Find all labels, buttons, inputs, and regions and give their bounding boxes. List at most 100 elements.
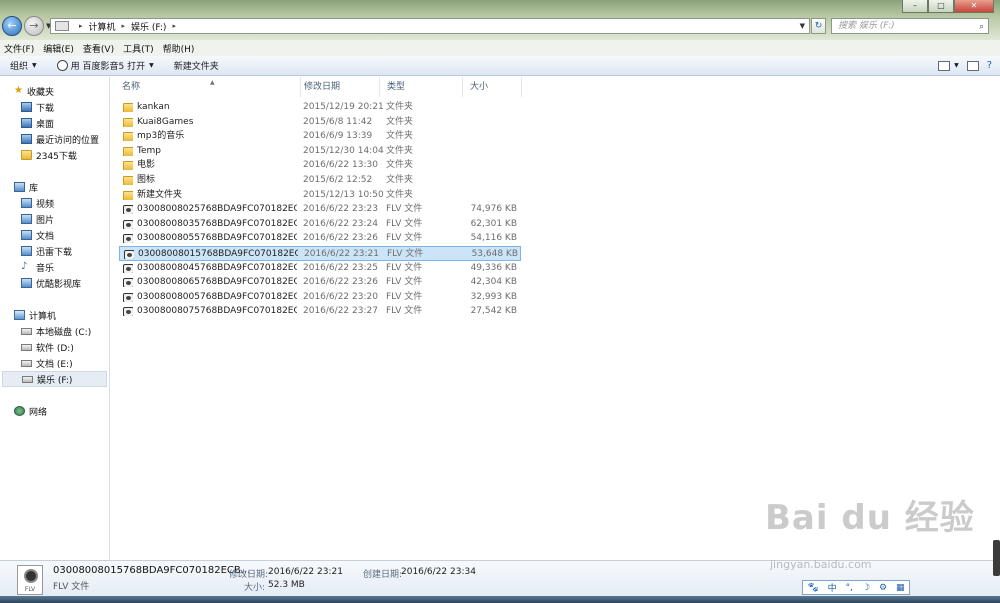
address-dropdown-icon[interactable]: ▼	[800, 22, 805, 30]
folder-row[interactable]: mp3的音乐 2016/6/9 13:39 文件夹	[119, 129, 521, 144]
folder-row[interactable]: 电影 2016/6/22 13:30 文件夹	[119, 158, 521, 173]
file-name: 03008008045768BDA9FC070182ECB0...	[137, 262, 297, 273]
change-view-icon[interactable]	[938, 60, 951, 71]
folder-row[interactable]: Temp 2015/12/30 14:04 文件夹	[119, 144, 521, 159]
video-file-icon	[124, 250, 134, 259]
close-button[interactable]: ✕	[954, 0, 994, 13]
sidebar-item-documents[interactable]: 文档	[0, 227, 109, 243]
sidebar-item-drive-f[interactable]: 娱乐 (F:)	[2, 371, 107, 387]
search-icon[interactable]: ⌕	[979, 20, 984, 34]
column-header-type[interactable]: 类型	[380, 77, 463, 97]
help-icon[interactable]: ?	[987, 60, 992, 71]
address-bar[interactable]: ▸ 计算机 ▸ 娱乐 (F:) ▸ ▼	[50, 18, 810, 34]
menu-help[interactable]: 帮助(H)	[163, 42, 195, 55]
caret-down-icon[interactable]: ▼	[954, 62, 959, 69]
preview-pane-icon[interactable]	[966, 60, 979, 71]
ime-punctuation[interactable]: °,	[846, 583, 853, 593]
organize-button[interactable]: 组织 ▼	[10, 59, 37, 72]
file-list: 名称 ▲ 修改日期 类型 大小 kankan 2015/12/19 20:21 文件…	[111, 77, 1000, 560]
video-library-icon	[21, 278, 32, 288]
file-row[interactable]: 03008008075768BDA9FC070182ECB0... 2016/6/…	[119, 304, 521, 319]
minimize-button[interactable]: –	[902, 0, 928, 13]
sidebar-item-pictures[interactable]: 图片	[0, 211, 109, 227]
forward-button[interactable]: →	[24, 16, 44, 36]
search-placeholder: 搜索 娱乐 (F:)	[838, 21, 895, 31]
ime-settings-icon[interactable]: ⚙	[879, 583, 887, 593]
folder-icon	[123, 176, 133, 185]
menu-edit[interactable]: 编辑(E)	[43, 42, 74, 55]
chevron-right-icon[interactable]: ▸	[172, 22, 176, 30]
sidebar-item-2345-downloads[interactable]: 2345下载	[0, 147, 109, 163]
menu-file[interactable]: 文件(F)	[4, 42, 34, 55]
sidebar-item-downloads[interactable]: 下载	[0, 99, 109, 115]
file-date: 2016/6/22 23:20	[303, 291, 378, 302]
folder-row[interactable]: 新建文件夹 2015/12/13 10:50 文件夹	[119, 188, 521, 203]
file-type: FLV 文件	[386, 262, 423, 273]
folder-icon-cell	[123, 117, 133, 127]
sidebar-network[interactable]: 网络	[0, 403, 109, 419]
recent-places-icon	[21, 134, 32, 144]
sidebar-label: 本地磁盘 (C:)	[36, 327, 92, 338]
taskbar	[0, 596, 1000, 603]
drive-icon	[21, 359, 32, 367]
folder-icon-cell	[123, 132, 133, 142]
file-name: kankan	[137, 102, 170, 112]
ime-chinese-mode[interactable]: 中	[828, 581, 837, 594]
file-row[interactable]: 03008008045768BDA9FC070182ECB0... 2016/6/…	[119, 261, 521, 276]
column-header-name[interactable]: 名称 ▲	[115, 77, 301, 97]
menu-view[interactable]: 查看(V)	[83, 42, 114, 55]
column-header-date[interactable]: 修改日期	[297, 77, 380, 97]
folder-row[interactable]: 图标 2015/6/2 12:52 文件夹	[119, 173, 521, 188]
folder-icon-cell	[123, 176, 133, 185]
sidebar-item-drive-e[interactable]: 文档 (E:)	[0, 355, 109, 371]
file-row[interactable]: 03008008005768BDA9FC070182ECB0... 2016/6/…	[119, 290, 521, 305]
sidebar-item-desktop[interactable]: 桌面	[0, 115, 109, 131]
new-folder-label: 新建文件夹	[173, 62, 219, 72]
download-library-icon	[21, 246, 32, 256]
menu-tools[interactable]: 工具(T)	[123, 42, 154, 55]
breadcrumb-computer[interactable]: 计算机	[89, 20, 116, 33]
sidebar-libraries[interactable]: 库	[0, 179, 109, 195]
chevron-right-icon[interactable]: ▸	[79, 22, 83, 30]
sidebar-label: 文档 (E:)	[36, 359, 73, 370]
scrollbar-handle[interactable]	[993, 540, 1000, 576]
search-input[interactable]: 搜索 娱乐 (F:) ⌕	[831, 18, 989, 34]
file-type: FLV 文件	[386, 204, 423, 215]
ime-grid-icon[interactable]: ▦	[896, 583, 905, 593]
breadcrumb-drive-f[interactable]: 娱乐 (F:)	[131, 20, 166, 33]
file-row[interactable]: 03008008035768BDA9FC070182ECB0... 2016/6/…	[119, 217, 521, 232]
sidebar-item-music[interactable]: ♪ 音乐	[0, 259, 109, 275]
sidebar-favorites[interactable]: ★ 收藏夹	[0, 83, 109, 99]
file-type: 文件夹	[386, 175, 414, 185]
caret-down-icon: ▼	[149, 62, 154, 69]
sidebar-item-youku[interactable]: 优酷影视库	[0, 275, 109, 291]
file-row[interactable]: 03008008025768BDA9FC070182ECB0... 2016/6/…	[119, 202, 521, 217]
ime-paw-icon[interactable]: 🐾	[807, 583, 818, 593]
sidebar-item-drive-c[interactable]: 本地磁盘 (C:)	[0, 323, 109, 339]
folder-row[interactable]: Kuai8Games 2015/6/8 11:42 文件夹	[119, 115, 521, 130]
sidebar-item-drive-d[interactable]: 软件 (D:)	[0, 339, 109, 355]
maximize-button[interactable]: □	[928, 0, 954, 13]
file-size	[449, 144, 517, 159]
sidebar-item-recent[interactable]: 最近访问的位置	[0, 131, 109, 147]
file-date: 2016/6/22 23:27	[303, 306, 378, 317]
chevron-right-icon[interactable]: ▸	[122, 22, 126, 30]
computer-icon	[14, 310, 25, 320]
folder-row[interactable]: kankan 2015/12/19 20:21 文件夹	[119, 100, 521, 115]
refresh-button[interactable]: ↻	[811, 18, 826, 34]
file-name: 03008008025768BDA9FC070182ECB0...	[137, 204, 297, 215]
sidebar-item-xunlei[interactable]: 迅雷下载	[0, 243, 109, 259]
sidebar-item-videos[interactable]: 视频	[0, 195, 109, 211]
new-folder-button[interactable]: 新建文件夹	[174, 59, 219, 72]
sidebar-computer[interactable]: 计算机	[0, 307, 109, 323]
view-controls: ▼ ?	[930, 60, 992, 71]
file-row[interactable]: 03008008015768BDA9FC070182ECB0...2016/6/…	[119, 246, 521, 261]
file-row[interactable]: 03008008065768BDA9FC070182ECB0... 2016/6/…	[119, 275, 521, 290]
column-header-size[interactable]: 大小	[463, 77, 522, 97]
back-button[interactable]: ←	[2, 16, 22, 36]
open-with-button[interactable]: 用 百度影音5 打开 ▼	[56, 59, 154, 72]
nav-buttons: ← → ▼	[2, 16, 51, 36]
video-file-icon-cell	[123, 263, 133, 273]
ime-moon-icon[interactable]: ☽	[862, 583, 870, 593]
file-row[interactable]: 03008008055768BDA9FC070182ECB0... 2016/6/…	[119, 231, 521, 246]
